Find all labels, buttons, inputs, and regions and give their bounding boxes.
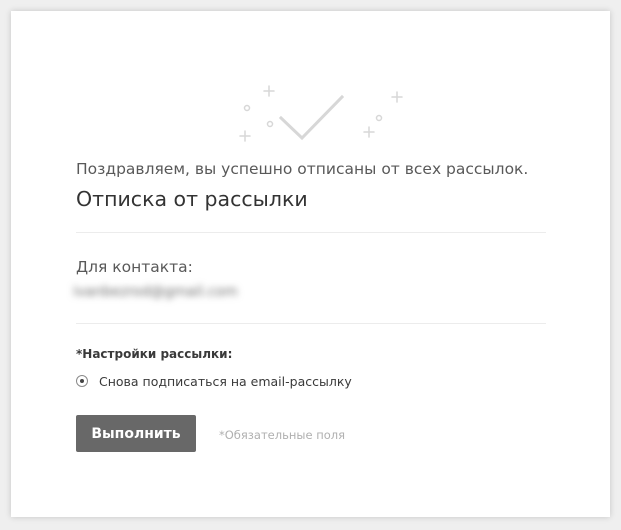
contact-label: Для контакта: (76, 258, 193, 276)
unsubscribe-card: Поздравляем, вы успешно отписаны от всех… (11, 11, 610, 517)
required-fields-note: *Обязательные поля (219, 428, 346, 442)
success-message: Поздравляем, вы успешно отписаны от всех… (76, 160, 529, 178)
page-title: Отписка от рассылки (76, 187, 308, 211)
divider (76, 323, 546, 324)
resubscribe-option-label[interactable]: Снова подписаться на email-рассылку (99, 374, 352, 389)
submit-button[interactable]: Выполнить (76, 415, 196, 452)
resubscribe-option[interactable]: Снова подписаться на email-рассылку (76, 372, 352, 390)
divider (76, 232, 546, 233)
settings-label: *Настройки рассылки: (76, 347, 233, 361)
checkmark-sparkle-icon (239, 85, 403, 142)
resubscribe-radio[interactable] (76, 375, 88, 387)
contact-email: ivanbezrod@gmail.com (73, 284, 238, 300)
